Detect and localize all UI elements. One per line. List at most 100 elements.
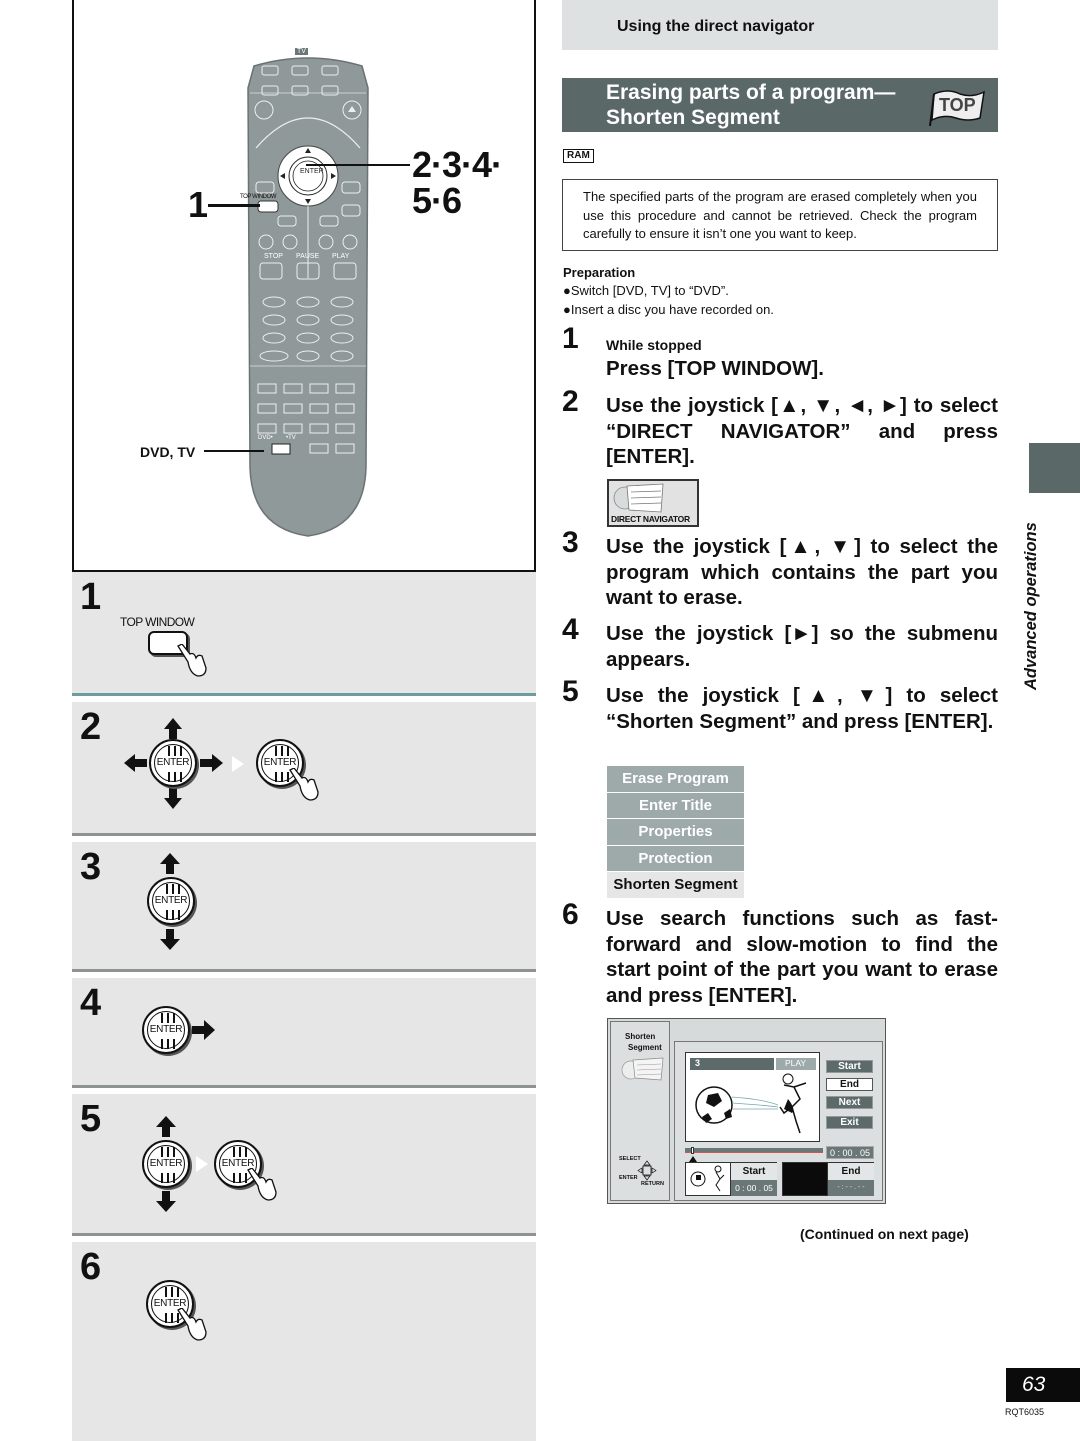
arrow-up-icon [156, 1116, 176, 1127]
warning-text: The specified parts of the program are e… [583, 189, 977, 241]
soccer-player-image [695, 1073, 807, 1134]
illustration-step-number: 6 [80, 1246, 102, 1288]
elapsed-time-display: 0 : 00 . 05 [826, 1146, 874, 1159]
arrow-up-stem [169, 729, 177, 739]
submenu-item-shorten-segment[interactable]: Shorten Segment [607, 872, 744, 899]
arrow-right-stem [200, 759, 212, 767]
then-arrow-icon [232, 756, 244, 772]
arrow-down-stem [162, 1191, 170, 1201]
callout-line-step-1 [208, 204, 260, 207]
shorten-segment-screen: Shorten Segment SELECT ENTER RETURN 3 PL… [607, 1018, 886, 1204]
direct-navigator-icon: DIRECT NAVIGATOR [607, 479, 699, 527]
disc-type-badge: RAM [563, 149, 594, 163]
direct-navigator-label: DIRECT NAVIGATOR [611, 514, 690, 524]
osd-end-button[interactable]: End [826, 1078, 873, 1091]
warning-box: The specified parts of the program are e… [562, 179, 998, 251]
callout-steps-2-6-line2: 5·6 [412, 180, 462, 221]
enter-joystick-icon: ENTER [142, 1140, 190, 1188]
illustration-step-4: 4 ENTER [72, 978, 536, 1088]
arrow-down-icon [160, 939, 180, 950]
step-number: 6 [562, 898, 579, 931]
submenu-list: Erase Program Enter Title Properties Pro… [607, 766, 744, 899]
step-6-text: Use search functions such as fast-forwar… [606, 907, 998, 1007]
osd-start-button[interactable]: Start [826, 1060, 873, 1073]
preparation-title: Preparation [563, 265, 636, 280]
video-preview: 3 PLAY [685, 1052, 820, 1142]
illustration-step-number: 1 [80, 576, 102, 618]
document-code: RQT6035 [1005, 1407, 1045, 1417]
illustration-step-2: 2 ENTER ENTER [72, 702, 536, 836]
arrow-down-icon [156, 1201, 176, 1212]
remote-dvd-position-label: DVD• [258, 435, 273, 441]
callout-line-joystick [306, 164, 410, 166]
navigator-list-icon [613, 483, 664, 513]
remote-top-window-label: TOP WINDOW [240, 194, 277, 200]
start-thumbnail-image [690, 1165, 725, 1192]
playback-progress-bar[interactable] [685, 1147, 823, 1154]
top-window-button-label: TOP WINDOW [120, 615, 195, 629]
submenu-item-protection[interactable]: Protection [607, 845, 744, 872]
pressing-hand-icon [177, 1308, 207, 1341]
step-number: 4 [562, 613, 579, 646]
enter-joystick-icon: ENTER [149, 739, 197, 787]
page-title-line2: Shorten Segment [606, 106, 780, 129]
arrow-down-stem [169, 788, 177, 798]
submenu-item-erase-program[interactable]: Erase Program [607, 766, 744, 793]
remote-play-label: PLAY [332, 253, 350, 260]
arrow-right-icon [212, 754, 223, 772]
step-number: 3 [562, 526, 579, 559]
arrow-left-stem [135, 759, 147, 767]
step-1-condition: While stopped [606, 337, 702, 353]
remote-stop-label: STOP [264, 253, 283, 260]
end-label: End [827, 1163, 874, 1180]
illustration-step-number: 2 [80, 706, 102, 748]
osd-next-button[interactable]: Next [826, 1096, 873, 1109]
play-status: PLAY [785, 1058, 807, 1068]
section-header-text: Using the direct navigator [617, 18, 815, 35]
osd-exit-button[interactable]: Exit [826, 1116, 873, 1129]
start-point-box: Start 0 : 00 . 05 [685, 1162, 777, 1196]
preparation-item: ●Insert a disc you have recorded on. [563, 302, 774, 317]
remote-tv-label: TV [295, 48, 308, 55]
arrow-up-stem [166, 864, 174, 874]
pressing-hand-icon [289, 768, 319, 801]
arrow-up-icon [160, 853, 180, 864]
progress-handle[interactable] [691, 1147, 695, 1154]
enter-joystick-icon: ENTER [147, 877, 195, 925]
illustration-step-number: 3 [80, 846, 102, 888]
step-5-text: Use the joystick [▲, ▼] to select “Short… [606, 684, 998, 733]
arrow-up-icon [164, 718, 182, 729]
arrow-down-icon [164, 798, 182, 809]
illustration-step-number: 5 [80, 1098, 102, 1140]
arrow-right-stem [192, 1026, 204, 1034]
pressing-hand-icon [177, 644, 207, 677]
submenu-item-enter-title[interactable]: Enter Title [607, 792, 744, 819]
callout-step-1: 1 [188, 184, 208, 225]
dvd-tv-switch-label: DVD, TV [140, 444, 196, 460]
step-4-text: Use the joystick [►] so the submenu appe… [606, 622, 998, 671]
page-title-line1: Erasing parts of a program— [606, 81, 896, 104]
enter-joystick-icon: ENTER [142, 1006, 190, 1054]
top-flag-label: TOP [939, 95, 976, 115]
pressing-hand-icon [247, 1168, 277, 1201]
start-label: Start [730, 1163, 777, 1180]
end-point-box: End - : - - . - - [782, 1162, 874, 1196]
remote-tv-position-label: •TV [286, 435, 296, 441]
chapter-side-label: Advanced operations [1022, 522, 1040, 690]
step-number: 2 [562, 385, 579, 418]
illustration-step-5: 5 ENTER ENTER [72, 1094, 536, 1236]
callout-line-dvd-tv [204, 450, 264, 452]
illustration-step-6: 6 ENTER [72, 1242, 536, 1441]
arrow-left-icon [124, 754, 135, 772]
joystick-direction-icon [637, 1160, 657, 1181]
end-time: - : - - . - - [827, 1180, 874, 1196]
osd-title-line2: Segment [628, 1043, 662, 1052]
program-number: 3 [695, 1058, 701, 1068]
chapter-tab-marker [1029, 443, 1080, 493]
step-number: 1 [562, 322, 579, 355]
page-title-bar: Erasing parts of a program— Shorten Segm… [562, 78, 998, 132]
submenu-item-properties[interactable]: Properties [607, 819, 744, 846]
osd-title-line1: Shorten [625, 1032, 656, 1041]
navigator-list-icon [621, 1057, 664, 1081]
step-2-text: Use the joystick [▲, ▼, ◄, ►] to select … [606, 394, 998, 468]
